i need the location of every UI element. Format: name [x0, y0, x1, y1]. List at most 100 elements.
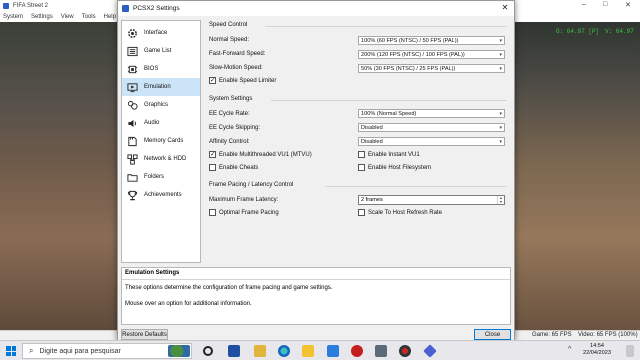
checkbox-unchecked [209, 209, 216, 216]
cheats-checkbox[interactable]: Enable Cheats [209, 164, 258, 171]
normal-speed-value: 100% (60 FPS (NTSC) / 50 FPS (PAL)) [361, 37, 459, 44]
trophy-icon [126, 189, 139, 202]
affinity-control-select[interactable]: Disabled ▾ [358, 137, 505, 146]
slow-motion-speed-select[interactable]: 50% (30 FPS (NTSC) / 25 FPS (PAL)) ▾ [358, 64, 505, 73]
folder-icon [126, 171, 139, 184]
restore-defaults-button[interactable]: Restore Defaults [121, 329, 168, 340]
sidebar-item-folders[interactable]: Folders [122, 168, 200, 186]
ee-cycle-skipping-label: EE Cycle Skipping: [209, 125, 261, 131]
list-icon [126, 45, 139, 58]
mail-icon[interactable] [327, 345, 339, 357]
menu-tools[interactable]: Tools [82, 14, 96, 20]
taskbar: ⌕ Digite aqui para pesquisar ^ 14:54 22/… [0, 340, 640, 360]
host-filesystem-checkbox[interactable]: Enable Host Filesystem [358, 164, 431, 171]
ee-cycle-rate-value: 100% (Normal Speed) [361, 110, 417, 117]
sidebar-item-label: Graphics [144, 102, 169, 108]
menu-settings[interactable]: Settings [31, 14, 53, 20]
checkbox-unchecked [358, 151, 365, 158]
checkbox-unchecked [358, 164, 365, 171]
widget-icon[interactable] [168, 345, 190, 357]
cheats-label: Enable Cheats [219, 164, 259, 171]
normal-speed-select[interactable]: 100% (60 FPS (NTSC) / 50 FPS (PAL)) ▾ [358, 36, 505, 45]
file-explorer-icon[interactable] [254, 345, 266, 357]
folder-app-icon[interactable] [302, 345, 314, 357]
sidebar-item-label: Folders [144, 174, 165, 180]
sidebar-item-memory-cards[interactable]: Memory Cards [122, 132, 200, 150]
dialog-close-icon[interactable]: ✕ [500, 3, 510, 13]
checkbox-unchecked [209, 164, 216, 171]
sidebar-item-network-hdd[interactable]: Network & HDD [122, 150, 200, 168]
help-panel: Emulation Settings These options determi… [121, 267, 511, 325]
fast-forward-speed-select[interactable]: 200% (120 FPS (NTSC) / 100 FPS (PAL)) ▾ [358, 50, 505, 59]
section-speed-control: Speed Control [209, 22, 248, 28]
slow-motion-speed-label: Slow-Motion Speed: [209, 65, 263, 71]
chrome-icon[interactable] [399, 345, 411, 357]
cortana-icon[interactable] [203, 346, 213, 356]
search-placeholder: Digite aqui para pesquisar [39, 347, 121, 355]
pcsx2-taskbar-icon[interactable] [423, 344, 437, 358]
sidebar-item-game-list[interactable]: Game List [122, 42, 200, 60]
section-divider [325, 186, 507, 187]
tray-chevron-icon[interactable]: ^ [568, 346, 571, 353]
notification-icon[interactable] [626, 345, 634, 357]
emulator-app-icon [3, 3, 9, 9]
pcsx2-icon [122, 5, 129, 12]
status-video-fps: Video: 65 FPS (100%) [578, 332, 638, 338]
chevron-down-icon: ▾ [499, 38, 502, 44]
chevron-down-icon: ▾ [499, 52, 502, 58]
close-button[interactable]: Close [474, 329, 511, 340]
dialog-titlebar: PCSX2 Settings ✕ [118, 1, 514, 16]
menu-view[interactable]: View [61, 14, 74, 20]
speaker-icon [126, 117, 139, 130]
media-app-icon[interactable] [351, 345, 363, 357]
ee-cycle-rate-label: EE Cycle Rate: [209, 111, 250, 117]
sidebar-item-label: Achievements [144, 192, 182, 198]
section-divider [265, 26, 507, 27]
taskbar-clock[interactable]: 14:54 22/04/2023 [583, 343, 611, 357]
max-frame-latency-label: Maximum Frame Latency: [209, 197, 279, 203]
taskbar-search-input[interactable]: ⌕ Digite aqui para pesquisar [22, 343, 192, 359]
help-divider [122, 279, 510, 280]
menu-help[interactable]: Help [104, 14, 116, 20]
max-frame-latency-spinbox[interactable]: 2 frames ▲ ▼ [358, 195, 505, 205]
dialog-title: PCSX2 Settings [133, 5, 180, 12]
emulation-icon [126, 81, 139, 94]
help-title: Emulation Settings [125, 270, 180, 276]
edge-icon[interactable] [278, 345, 290, 357]
minimize-icon[interactable]: – [582, 1, 586, 8]
sidebar-item-audio[interactable]: Audio [122, 114, 200, 132]
mtvu-checkbox[interactable]: Enable Multithreaded VU1 (MTVU) [209, 150, 312, 158]
optimal-frame-pacing-checkbox[interactable]: Optimal Frame Pacing [209, 209, 279, 216]
ee-cycle-rate-select[interactable]: 100% (Normal Speed) ▾ [358, 109, 505, 118]
close-icon[interactable]: ✕ [625, 1, 631, 9]
maximize-icon[interactable]: □ [603, 1, 607, 8]
speed-limiter-checkbox[interactable]: Enable Speed Limiter [209, 76, 276, 84]
affinity-control-value: Disabled [361, 138, 383, 145]
sidebar-item-bios[interactable]: BIOS [122, 60, 200, 78]
chevron-down-icon: ▾ [499, 125, 502, 131]
mtvu-label: Enable Multithreaded VU1 (MTVU) [219, 151, 312, 158]
optimal-frame-pacing-label: Optimal Frame Pacing [219, 209, 279, 216]
sidebar-item-interface[interactable]: Interface [122, 24, 200, 42]
ee-cycle-skipping-select[interactable]: Disabled ▾ [358, 123, 505, 132]
chevron-down-icon: ▾ [499, 111, 502, 117]
section-frame-pacing: Frame Pacing / Latency Control [209, 182, 294, 188]
search-icon: ⌕ [29, 346, 34, 355]
calculator-icon[interactable] [375, 345, 387, 357]
sidebar-item-label: Game List [144, 48, 172, 54]
game-scene-right [515, 22, 640, 330]
sidebar-item-emulation[interactable]: Emulation [122, 78, 200, 96]
task-view-icon[interactable] [228, 345, 240, 357]
menu-system[interactable]: System [3, 14, 23, 20]
instant-vu1-checkbox[interactable]: Enable Instant VU1 [358, 151, 420, 158]
sidebar-item-graphics[interactable]: Graphics [122, 96, 200, 114]
spin-arrows-icon[interactable]: ▲ ▼ [497, 196, 504, 204]
sidebar-item-label: BIOS [144, 66, 159, 72]
section-system-settings: System Settings [209, 96, 253, 102]
help-hint: Mouse over an option for additional info… [125, 301, 252, 307]
scale-host-refresh-checkbox[interactable]: Scale To Host Refresh Rate [358, 209, 442, 216]
windows-start-icon[interactable] [6, 346, 16, 356]
chevron-down-icon: ▾ [499, 139, 502, 145]
memory-card-icon [126, 135, 139, 148]
sidebar-item-achievements[interactable]: Achievements [122, 186, 200, 204]
